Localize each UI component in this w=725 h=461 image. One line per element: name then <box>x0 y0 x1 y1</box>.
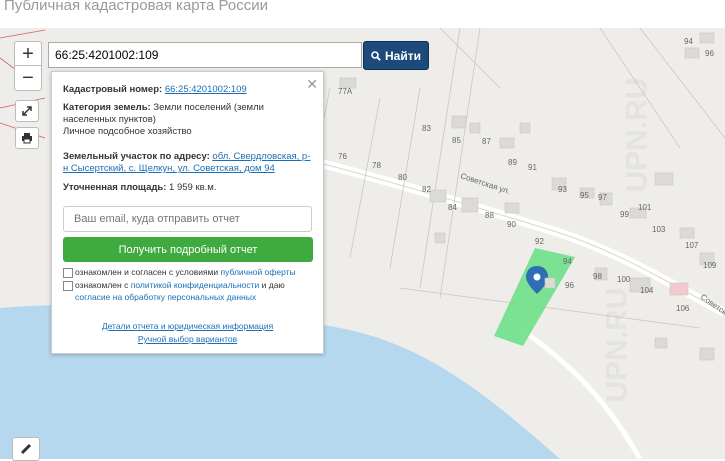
house-number: 87 <box>482 137 491 146</box>
house-number: 82 <box>422 185 431 194</box>
house-number: 103 <box>652 225 666 234</box>
house-number: 84 <box>448 203 457 212</box>
house-number: 77А <box>338 87 353 96</box>
area-row: Уточненная площадь: 1 959 кв.м. <box>63 182 315 194</box>
house-number: 80 <box>398 173 407 182</box>
house-number: 104 <box>640 286 654 295</box>
street-label: Советская <box>699 292 725 322</box>
house-number: 94 <box>684 37 693 46</box>
ruler-button[interactable] <box>12 437 40 461</box>
area-value: 1 959 кв.м. <box>169 182 217 193</box>
house-number: 98 <box>593 272 602 281</box>
house-number: 107 <box>685 241 699 250</box>
house-number: 89 <box>508 158 517 167</box>
house-number: 93 <box>558 185 567 194</box>
search-button-label: Найти <box>385 48 421 63</box>
offer-consent-label: ознакомлен и согласен с условиями публич… <box>75 267 296 277</box>
offer-consent-checkbox[interactable] <box>63 268 73 278</box>
cadastral-number-link[interactable]: 66:25:4201002:109 <box>165 84 247 95</box>
house-number: 106 <box>676 304 690 313</box>
house-number: 96 <box>565 281 574 290</box>
category-label: Категория земель: <box>63 102 151 113</box>
house-number: 100 <box>617 275 631 284</box>
house-number: 91 <box>528 163 537 172</box>
house-number: 78 <box>372 161 381 170</box>
fullscreen-button[interactable] <box>15 100 39 122</box>
house-number: 109 <box>703 261 717 270</box>
zoom-in-button[interactable]: + <box>14 41 42 67</box>
public-offer-link[interactable]: публичной оферты <box>221 267 296 277</box>
watermark: UPN.RU <box>600 287 634 403</box>
get-report-button[interactable]: Получить подробный отчет <box>63 237 313 262</box>
cadastral-search-input[interactable] <box>48 42 362 68</box>
usage-value: Личное подсобное хозяйство <box>63 126 192 137</box>
printer-icon <box>22 133 32 144</box>
page-title: Публичная кадастровая карта России <box>4 0 268 14</box>
house-number: 92 <box>535 237 544 246</box>
house-number: 101 <box>638 203 652 212</box>
cadastral-number-row: Кадастровый номер: 66:25:4201002:109 <box>63 84 315 96</box>
search-icon <box>371 50 381 61</box>
house-number: 83 <box>422 124 431 133</box>
privacy-consent-checkbox[interactable] <box>63 281 73 291</box>
house-number: 95 <box>580 191 589 200</box>
address-row: Земельный участок по адресу: обл. Свердл… <box>63 151 315 175</box>
house-number: 90 <box>507 220 516 229</box>
street-label: Советская ул. <box>459 171 511 195</box>
house-number: 85 <box>452 136 461 145</box>
privacy-policy-link[interactable]: политикой конфиденциальности <box>131 280 260 290</box>
house-number: 97 <box>598 193 607 202</box>
house-number: 99 <box>620 210 629 219</box>
parcel-info-popup: ✕ Кадастровый номер: 66:25:4201002:109 К… <box>51 71 324 354</box>
house-number: 96 <box>705 49 714 58</box>
ruler-icon <box>20 443 32 455</box>
house-number: 76 <box>338 152 347 161</box>
area-label: Уточненная площадь: <box>63 182 167 193</box>
email-input[interactable] <box>63 206 312 232</box>
manual-selection-link[interactable]: Ручной выбор вариантов <box>138 334 237 344</box>
land-category-row: Категория земель: Земли поселений (земли… <box>63 102 315 138</box>
report-details-link[interactable]: Детали отчета и юридическая информация <box>102 321 273 331</box>
house-number: 94 <box>563 257 572 266</box>
print-button[interactable] <box>15 127 39 149</box>
expand-icon <box>22 106 32 116</box>
watermark: UPN.RU <box>620 77 654 193</box>
search-button[interactable]: Найти <box>363 41 429 70</box>
zoom-out-button[interactable]: − <box>14 65 42 91</box>
house-number: 88 <box>485 211 494 220</box>
address-label: Земельный участок по адресу: <box>63 151 210 162</box>
privacy-consent-label: ознакомлен с политикой конфиденциальност… <box>75 280 285 302</box>
cadastral-label: Кадастровый номер: <box>63 84 163 95</box>
personal-data-consent-link[interactable]: согласие на обработку персональных данны… <box>75 292 256 302</box>
